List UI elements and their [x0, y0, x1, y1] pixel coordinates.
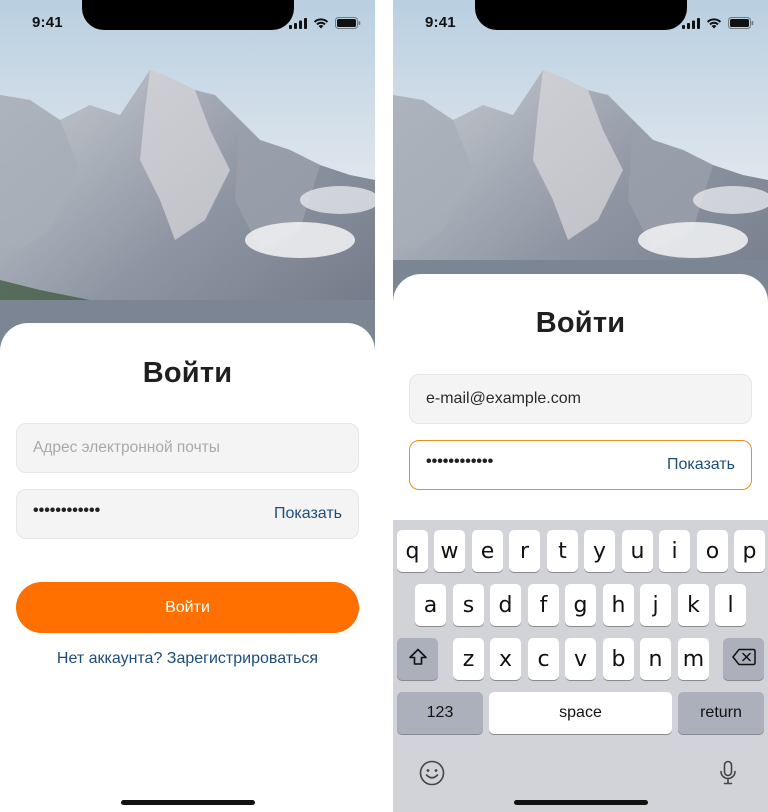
- status-bar: 9:41: [0, 0, 375, 44]
- key-g[interactable]: g: [565, 584, 596, 626]
- status-icons: [289, 16, 361, 34]
- notch: [475, 0, 687, 30]
- screens-canvas: 9:41 Войти Адрес электронной почты •••••…: [0, 0, 768, 812]
- show-password-button[interactable]: Показать: [274, 505, 342, 523]
- key-p[interactable]: p: [734, 530, 765, 572]
- signal-icon: [289, 16, 307, 34]
- key-m[interactable]: m: [678, 638, 709, 680]
- key-w[interactable]: w: [434, 530, 465, 572]
- key-x[interactable]: x: [490, 638, 521, 680]
- key-v[interactable]: v: [565, 638, 596, 680]
- key-k[interactable]: k: [678, 584, 709, 626]
- microphone-icon[interactable]: [715, 758, 741, 788]
- register-link[interactable]: Нет аккаунта? Зарегистрироваться: [0, 650, 375, 668]
- key-y[interactable]: y: [584, 530, 615, 572]
- return-key[interactable]: return: [678, 692, 764, 734]
- password-field[interactable]: •••••••••••• Показать: [16, 489, 359, 539]
- status-icons: [682, 16, 754, 34]
- key-e[interactable]: e: [472, 530, 503, 572]
- signal-icon: [682, 16, 700, 34]
- login-button[interactable]: Войти: [16, 582, 359, 633]
- key-a[interactable]: a: [415, 584, 446, 626]
- notch: [82, 0, 294, 30]
- keyboard: q w e r t y u i o p a s d f g h j k l z …: [393, 520, 768, 812]
- email-placeholder: Адрес электронной почты: [33, 439, 220, 456]
- battery-icon: [728, 16, 754, 34]
- key-q[interactable]: q: [397, 530, 428, 572]
- email-value: e-mail@example.com: [426, 390, 581, 407]
- status-time: 9:41: [32, 14, 63, 31]
- home-indicator[interactable]: [514, 800, 648, 805]
- key-t[interactable]: t: [547, 530, 578, 572]
- page-title: Войти: [142, 357, 233, 389]
- key-c[interactable]: c: [528, 638, 559, 680]
- page-title: Войти: [535, 307, 626, 339]
- key-o[interactable]: o: [697, 530, 728, 572]
- login-screen-focused: 9:41 Войти e-mail@example.com ••••••••••…: [393, 0, 768, 812]
- key-l[interactable]: l: [715, 584, 746, 626]
- login-screen: 9:41 Войти Адрес электронной почты •••••…: [0, 0, 375, 812]
- key-z[interactable]: z: [453, 638, 484, 680]
- key-s[interactable]: s: [453, 584, 484, 626]
- shift-key[interactable]: [397, 638, 438, 680]
- email-field[interactable]: Адрес электронной почты: [16, 423, 359, 473]
- password-field-focused[interactable]: •••••••••••• Показать: [409, 440, 752, 490]
- login-sheet: Войти Адрес электронной почты ••••••••••…: [0, 323, 375, 812]
- key-i[interactable]: i: [659, 530, 690, 572]
- shift-icon: [408, 647, 428, 672]
- space-key[interactable]: space: [489, 692, 672, 734]
- show-password-button[interactable]: Показать: [667, 456, 735, 474]
- email-field[interactable]: e-mail@example.com: [409, 374, 752, 424]
- wifi-icon: [313, 16, 329, 34]
- key-b[interactable]: b: [603, 638, 634, 680]
- status-time: 9:41: [425, 14, 456, 31]
- key-f[interactable]: f: [528, 584, 559, 626]
- key-j[interactable]: j: [640, 584, 671, 626]
- wifi-icon: [706, 16, 722, 34]
- password-dots: ••••••••••••: [33, 502, 101, 519]
- emoji-icon[interactable]: [417, 758, 447, 788]
- home-indicator[interactable]: [121, 800, 255, 805]
- status-bar: 9:41: [393, 0, 768, 44]
- battery-icon: [335, 16, 361, 34]
- key-u[interactable]: u: [622, 530, 653, 572]
- key-d[interactable]: d: [490, 584, 521, 626]
- numbers-key[interactable]: 123: [397, 692, 483, 734]
- backspace-key[interactable]: [723, 638, 764, 680]
- key-h[interactable]: h: [603, 584, 634, 626]
- key-r[interactable]: r: [509, 530, 540, 572]
- key-n[interactable]: n: [640, 638, 671, 680]
- password-dots: ••••••••••••: [426, 453, 494, 470]
- backspace-icon: [731, 647, 756, 672]
